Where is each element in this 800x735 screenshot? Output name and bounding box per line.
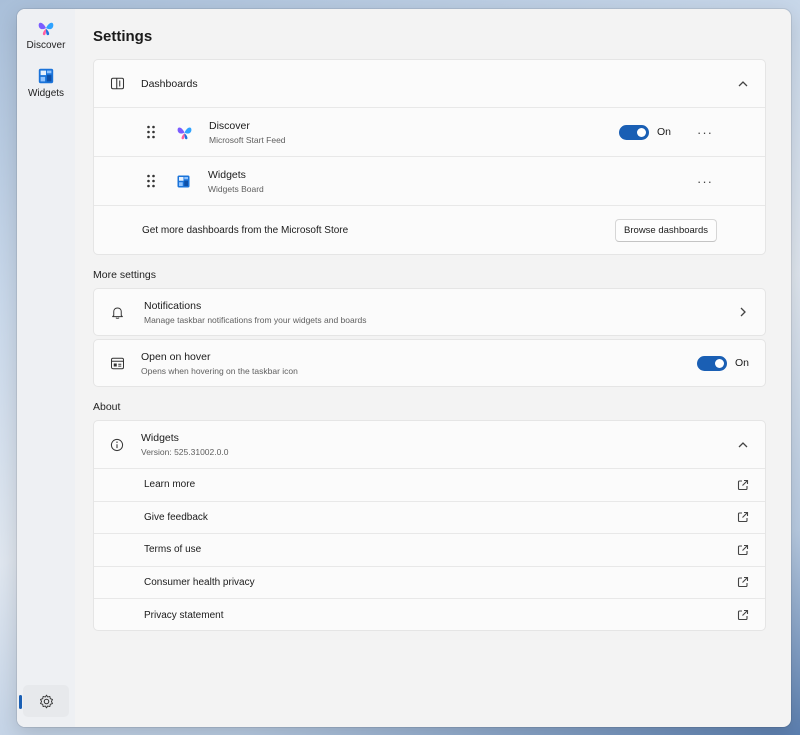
more-settings-label: More settings bbox=[93, 269, 157, 281]
notifications-title: Notifications bbox=[144, 299, 202, 312]
discover-toggle[interactable] bbox=[618, 124, 649, 140]
open-external-icon bbox=[737, 610, 749, 621]
settings-content: Settings Dashboards Discover Microsoft S… bbox=[75, 9, 791, 727]
page-title: Settings bbox=[93, 28, 153, 45]
discover-toggle-group: On ··· bbox=[618, 124, 749, 140]
open-on-hover-toggle[interactable] bbox=[696, 355, 727, 371]
dashboards-card: Dashboards Discover Microsoft Start Feed… bbox=[93, 59, 766, 255]
dashboards-title: Dashboards bbox=[141, 77, 198, 90]
open-external-icon bbox=[737, 577, 749, 588]
privacy-statement-link[interactable]: Privacy statement bbox=[94, 599, 765, 630]
about-app-title: Widgets bbox=[141, 432, 179, 444]
navigation-rail: Discover Widgets bbox=[17, 9, 75, 727]
more-options-icon[interactable]: ··· bbox=[697, 125, 713, 140]
learn-more-link[interactable]: Learn more bbox=[94, 469, 765, 502]
selected-indicator bbox=[19, 695, 22, 709]
dashboard-item-title: Discover bbox=[209, 119, 250, 132]
dashboard-layout-icon bbox=[110, 77, 125, 90]
more-options-icon[interactable]: ··· bbox=[697, 174, 713, 189]
dashboard-item-subtitle: Widgets Board bbox=[208, 183, 264, 194]
open-on-hover-text: Open on hover Opens when hovering on the… bbox=[141, 351, 298, 376]
rail-item-label: Widgets bbox=[27, 88, 65, 99]
rail-item-widgets[interactable]: Widgets bbox=[17, 67, 75, 99]
toggle-state-label: On bbox=[656, 126, 671, 138]
widgets-icon bbox=[38, 68, 54, 84]
link-label: Terms of use bbox=[144, 544, 202, 556]
dashboard-item-subtitle: Microsoft Start Feed bbox=[209, 134, 286, 145]
butterfly-icon bbox=[38, 22, 54, 36]
drag-handle-icon[interactable] bbox=[146, 174, 156, 188]
store-row: Get more dashboards from the Microsoft S… bbox=[94, 206, 765, 254]
about-label: About bbox=[93, 401, 121, 413]
notifications-row[interactable]: Notifications Manage taskbar notificatio… bbox=[94, 289, 765, 335]
drag-handle-icon[interactable] bbox=[146, 125, 156, 139]
terms-of-use-link[interactable]: Terms of use bbox=[94, 534, 765, 567]
dashboard-item-title: Widgets bbox=[208, 168, 246, 181]
chevron-up-icon[interactable] bbox=[737, 78, 749, 90]
gear-icon bbox=[39, 694, 53, 708]
open-on-hover-subtitle: Opens when hovering on the taskbar icon bbox=[141, 365, 298, 376]
window-hover-icon bbox=[111, 357, 124, 369]
rail-item-settings[interactable] bbox=[23, 685, 69, 717]
widgets-icon bbox=[177, 175, 190, 187]
hover-toggle-group: On bbox=[696, 355, 749, 371]
open-external-icon bbox=[737, 544, 749, 555]
dashboard-item-widgets: Widgets Widgets Board ··· bbox=[94, 157, 765, 206]
open-external-icon bbox=[737, 479, 749, 490]
consumer-health-privacy-link[interactable]: Consumer health privacy bbox=[94, 567, 765, 599]
about-card: Widgets Version: 525.31002.0.0 Learn mor… bbox=[93, 420, 766, 631]
store-text: Get more dashboards from the Microsoft S… bbox=[142, 224, 349, 236]
give-feedback-link[interactable]: Give feedback bbox=[94, 502, 765, 534]
link-label: Give feedback bbox=[144, 511, 208, 523]
notifications-text: Notifications Manage taskbar notificatio… bbox=[144, 300, 367, 325]
notifications-card[interactable]: Notifications Manage taskbar notificatio… bbox=[93, 288, 766, 336]
dashboard-item-text: Widgets Widgets Board bbox=[208, 169, 264, 194]
dashboard-item-text: Discover Microsoft Start Feed bbox=[209, 120, 286, 145]
link-label: Privacy statement bbox=[144, 609, 224, 621]
link-label: Consumer health privacy bbox=[144, 576, 255, 588]
about-header-row[interactable]: Widgets Version: 525.31002.0.0 bbox=[94, 421, 765, 469]
info-icon bbox=[110, 438, 124, 451]
chevron-up-icon[interactable] bbox=[737, 439, 749, 451]
open-on-hover-row: Open on hover Opens when hovering on the… bbox=[94, 340, 765, 386]
browse-dashboards-button[interactable]: Browse dashboards bbox=[615, 218, 717, 242]
about-app-version: Version: 525.31002.0.0 bbox=[141, 447, 229, 457]
rail-item-discover[interactable]: Discover bbox=[17, 19, 75, 51]
rail-item-label: Discover bbox=[26, 40, 66, 51]
toggle-state-label: On bbox=[734, 357, 749, 369]
dashboards-header-row[interactable]: Dashboards bbox=[94, 60, 765, 108]
link-label: Learn more bbox=[144, 479, 196, 491]
chevron-right-icon bbox=[740, 307, 746, 317]
about-app-text: Widgets Version: 525.31002.0.0 bbox=[141, 432, 228, 457]
open-external-icon bbox=[737, 512, 749, 523]
notifications-subtitle: Manage taskbar notifications from your w… bbox=[144, 314, 367, 325]
open-on-hover-title: Open on hover bbox=[141, 350, 211, 363]
dashboard-item-discover: Discover Microsoft Start Feed On ··· bbox=[94, 108, 765, 157]
open-on-hover-card: Open on hover Opens when hovering on the… bbox=[93, 339, 766, 387]
settings-window: Discover Widgets Settings Dashboards Dis… bbox=[17, 9, 791, 727]
bell-icon bbox=[112, 307, 123, 319]
butterfly-icon bbox=[177, 127, 192, 139]
